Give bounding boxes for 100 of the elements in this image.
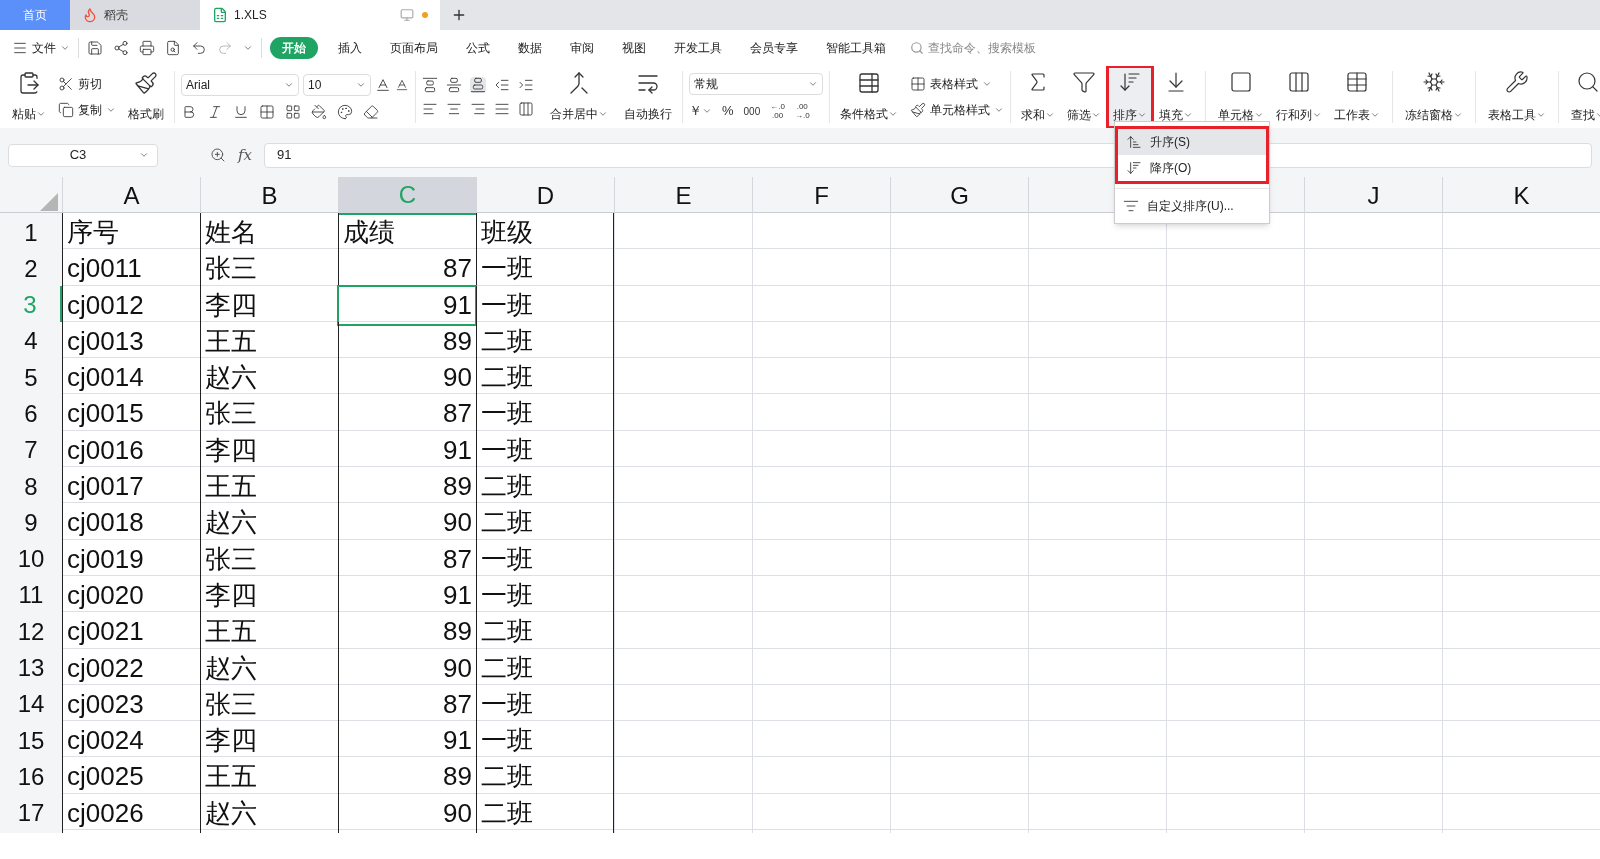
menu-tab[interactable]: 开发工具 bbox=[666, 37, 730, 59]
ribbon-button[interactable]: 冻结窗格 bbox=[1401, 68, 1467, 126]
table-cell: cj0012 bbox=[62, 285, 200, 325]
menu-tab[interactable]: 公式 bbox=[458, 37, 498, 59]
row-header[interactable]: 17 bbox=[0, 793, 62, 833]
menu-tab[interactable]: 页面布局 bbox=[382, 37, 446, 59]
outdent-icon bbox=[494, 77, 510, 93]
row-header[interactable]: 6 bbox=[0, 394, 62, 434]
column-header[interactable]: J bbox=[1304, 177, 1442, 215]
custom-sort-icon bbox=[1123, 198, 1139, 214]
wrap-text-button[interactable]: 自动换行 bbox=[620, 71, 676, 123]
ribbon-button[interactable]: 行和列 bbox=[1272, 68, 1326, 126]
tab-label: 首页 bbox=[23, 7, 47, 23]
cell-style-button[interactable]: 单元格样式 bbox=[910, 101, 1004, 119]
row-header[interactable]: 12 bbox=[0, 612, 62, 652]
table-cell: 序号 bbox=[62, 213, 200, 252]
save-icon bbox=[87, 40, 103, 56]
caret-icon bbox=[1453, 110, 1463, 120]
sort-descending-icon bbox=[1126, 160, 1142, 176]
ribbon-button[interactable]: 表格工具 bbox=[1484, 68, 1550, 126]
row-header[interactable]: 1 bbox=[0, 213, 62, 252]
table-cell: cj0016 bbox=[62, 430, 200, 470]
copy-button[interactable]: 复制 bbox=[58, 101, 116, 119]
ribbon-button[interactable]: 排序 bbox=[1109, 68, 1151, 126]
decrease-decimal-button[interactable]: .00 →.0 bbox=[794, 102, 810, 120]
table-cell: 赵六 bbox=[200, 358, 338, 398]
scissors-icon bbox=[58, 76, 74, 92]
menu-item[interactable]: 自定义排序(U)... bbox=[1115, 193, 1269, 219]
row-header[interactable]: 10 bbox=[0, 539, 62, 579]
command-search-field[interactable]: 查找命令、搜索模板 bbox=[910, 39, 1036, 57]
eraser-icon bbox=[363, 104, 379, 120]
table-cell: cj0026 bbox=[62, 793, 200, 833]
table-cell: 班级 bbox=[476, 213, 614, 252]
percent-button[interactable]: % bbox=[722, 101, 734, 121]
menu-tab[interactable]: 视图 bbox=[614, 37, 654, 59]
search-icon bbox=[910, 41, 924, 55]
table-cell: 张三 bbox=[200, 539, 338, 579]
row-header[interactable]: 16 bbox=[0, 757, 62, 797]
ribbon-button[interactable]: 工作表 bbox=[1330, 68, 1384, 126]
ribbon-button[interactable]: 筛选 bbox=[1063, 68, 1105, 126]
row-header[interactable]: 13 bbox=[0, 648, 62, 688]
cut-button[interactable]: 剪切 bbox=[58, 75, 116, 93]
caret-icon bbox=[356, 80, 366, 90]
column-header[interactable]: F bbox=[752, 177, 890, 215]
conditional-format-button[interactable]: 条件格式 bbox=[836, 71, 902, 123]
row-header[interactable]: 4 bbox=[0, 321, 62, 361]
zoom-icon bbox=[210, 147, 226, 163]
number-format-field[interactable]: 常规 bbox=[689, 73, 823, 96]
table-cell: 成绩 bbox=[338, 213, 476, 252]
caret-icon bbox=[598, 109, 608, 119]
paste-button[interactable]: 粘贴 bbox=[8, 71, 50, 123]
table-cell: 一班 bbox=[476, 394, 614, 434]
table-cell: 一班 bbox=[476, 285, 614, 325]
format-painter-button[interactable]: 格式刷 bbox=[124, 71, 168, 123]
sort-ascending-icon bbox=[1126, 134, 1142, 150]
ribbon-button[interactable]: 单元格 bbox=[1214, 68, 1268, 126]
search-icon bbox=[1576, 70, 1600, 94]
menu-item[interactable]: 升序(S) bbox=[1118, 129, 1266, 155]
table-cell: 王五 bbox=[200, 757, 338, 797]
menu-tab[interactable]: 数据 bbox=[510, 37, 550, 59]
column-header[interactable]: E bbox=[614, 177, 752, 215]
table-cell: 姓名 bbox=[200, 213, 338, 252]
table-cell: cj0018 bbox=[62, 503, 200, 543]
menu-tab[interactable]: 插入 bbox=[330, 37, 370, 59]
document-tab[interactable]: 1.XLS bbox=[200, 0, 440, 30]
menu-icon bbox=[12, 40, 28, 56]
ribbon-button[interactable]: 填充 bbox=[1155, 68, 1197, 126]
table-cell: cj0014 bbox=[62, 358, 200, 398]
undo-icon bbox=[191, 40, 207, 56]
column-header[interactable]: K bbox=[1442, 177, 1600, 215]
table-cell: 87 bbox=[338, 684, 476, 724]
menu-tab[interactable]: 审阅 bbox=[562, 37, 602, 59]
column-header[interactable]: G bbox=[890, 177, 1028, 215]
column-header[interactable]: A bbox=[62, 177, 200, 215]
document-tab[interactable]: 稻壳 bbox=[70, 0, 200, 30]
font-name-field[interactable]: Arial bbox=[181, 74, 299, 96]
file-menu[interactable]: 文件 bbox=[12, 39, 70, 57]
thousands-separator-button[interactable]: 000 bbox=[743, 103, 761, 119]
name-box[interactable]: C3 bbox=[8, 143, 158, 167]
merge-center-button[interactable]: 合并居中 bbox=[546, 71, 612, 123]
table-style-button[interactable]: 表格样式 bbox=[910, 75, 1004, 93]
caret-icon bbox=[284, 80, 294, 90]
spreadsheet-icon bbox=[212, 7, 228, 23]
menu-tab[interactable]: 会员专享 bbox=[742, 37, 806, 59]
row-header[interactable]: 7 bbox=[0, 430, 62, 470]
table-cell: 王五 bbox=[200, 467, 338, 507]
align-top-icon bbox=[422, 77, 438, 93]
ribbon-button[interactable]: 查找 bbox=[1567, 68, 1600, 126]
menu-tab[interactable]: 智能工具箱 bbox=[818, 37, 894, 59]
table-cell: 赵六 bbox=[200, 503, 338, 543]
table-cell: cj0017 bbox=[62, 467, 200, 507]
print-icon bbox=[139, 40, 155, 56]
row-header[interactable]: 9 bbox=[0, 503, 62, 543]
currency-button[interactable]: ￥ bbox=[689, 101, 712, 121]
font-size-field[interactable]: 10 bbox=[303, 74, 371, 96]
increase-decimal-button[interactable]: ←.0 .00 bbox=[770, 102, 785, 120]
column-header[interactable]: D bbox=[476, 177, 614, 215]
row-header[interactable]: 2 bbox=[0, 249, 62, 289]
copy-icon bbox=[58, 102, 74, 118]
ribbon-button[interactable]: 求和 bbox=[1017, 68, 1059, 126]
